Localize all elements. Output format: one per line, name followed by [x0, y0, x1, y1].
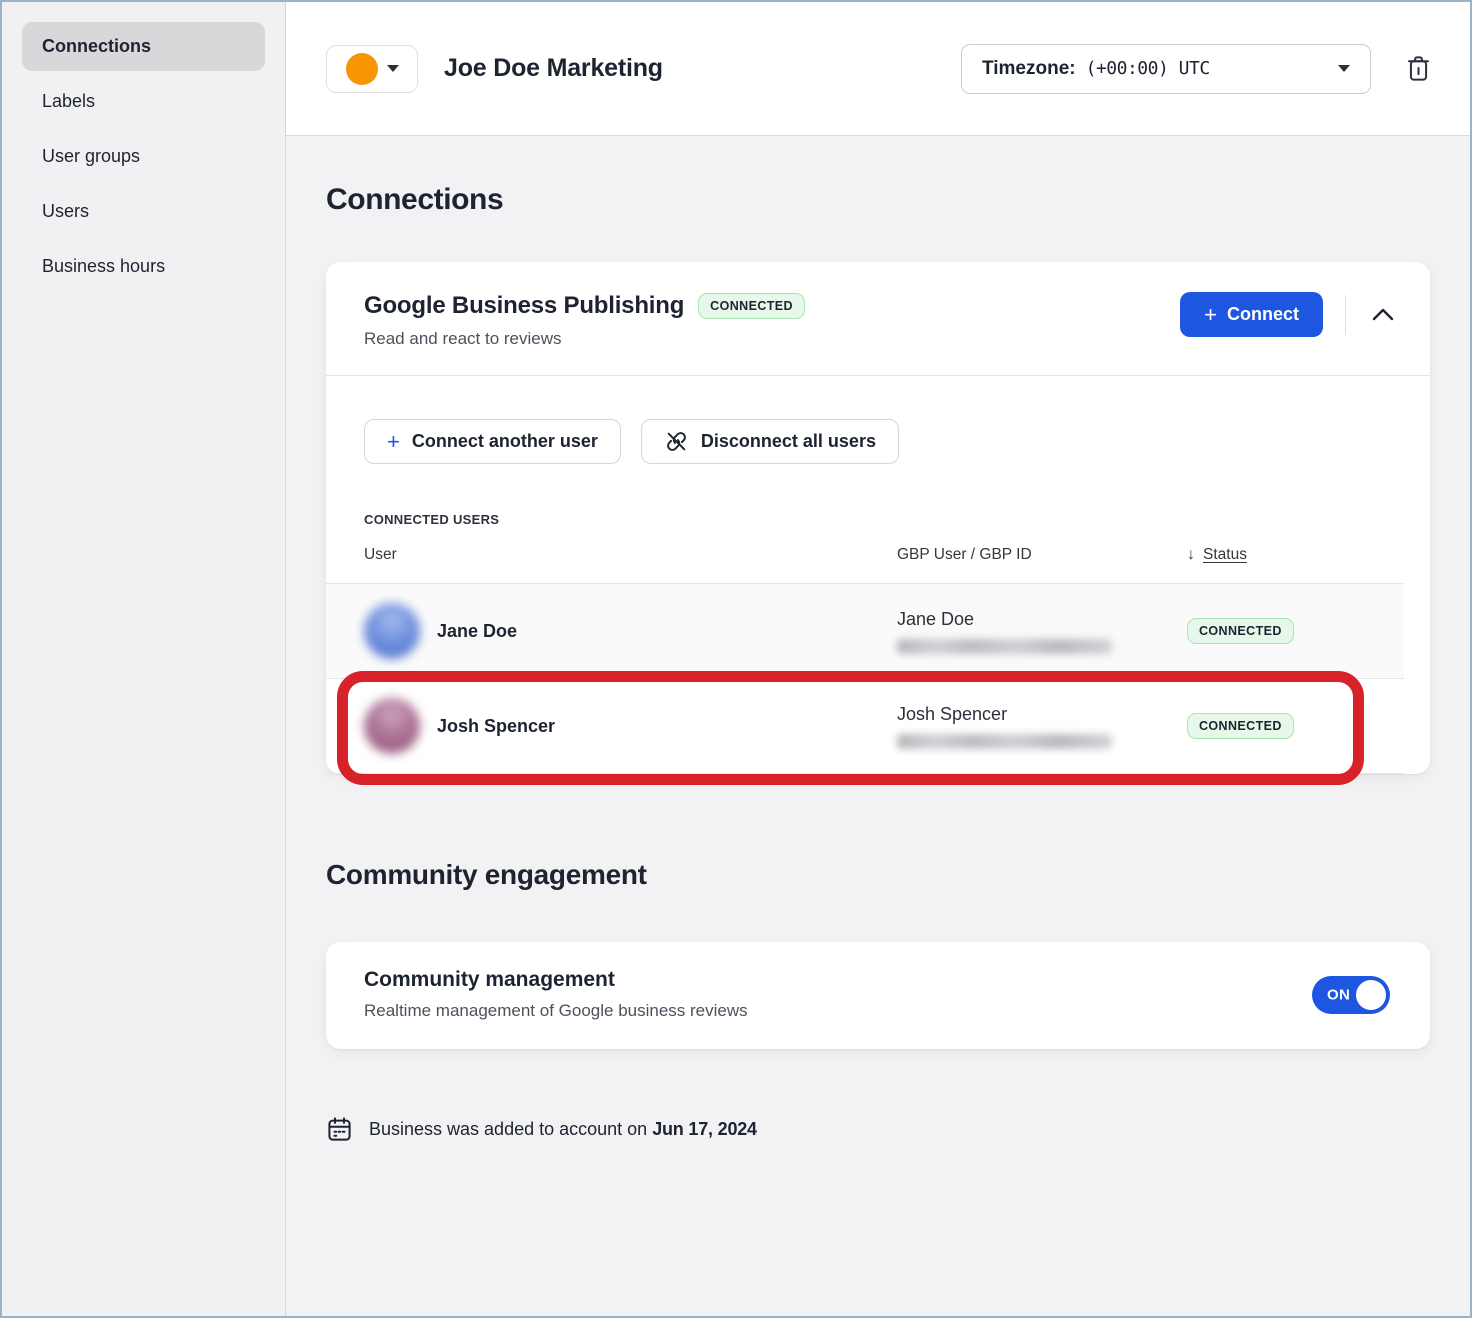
account-switcher-button[interactable]: [326, 45, 418, 93]
toggle-state-label: ON: [1327, 986, 1350, 1003]
connected-users-table: User GBP User / GBP ID ↓ Status: [326, 527, 1404, 774]
table-row-jane-doe: Jane Doe Jane Doe CONNECTED: [326, 584, 1404, 679]
sidebar-item-user-groups[interactable]: User groups: [22, 132, 265, 181]
avatar: [364, 698, 420, 754]
plus-icon: +: [1204, 304, 1217, 326]
content-area: Joe Doe Marketing Timezone: (+00:00) UTC: [286, 2, 1470, 1316]
note-text: Business was added to account on Jun 17,…: [369, 1119, 757, 1140]
app-window: Connections Labels User groups Users Bus…: [0, 0, 1472, 1318]
table-row-josh-spencer: Josh Spencer Josh Spencer CONNECTED: [326, 679, 1404, 774]
settings-sidebar: Connections Labels User groups Users Bus…: [2, 2, 286, 1316]
status-badge: CONNECTED: [1187, 713, 1294, 739]
integration-status-badge: CONNECTED: [698, 293, 805, 319]
gbp-id-redacted: [897, 639, 1112, 654]
integration-card-titles: Google Business Publishing CONNECTED Rea…: [364, 292, 805, 349]
sidebar-item-labels[interactable]: Labels: [22, 77, 265, 126]
connect-button[interactable]: + Connect: [1180, 292, 1323, 337]
sidebar-item-users[interactable]: Users: [22, 187, 265, 236]
toggle-knob: [1356, 980, 1386, 1010]
connect-another-user-button[interactable]: + Connect another user: [364, 419, 621, 464]
delete-business-button[interactable]: [1405, 54, 1432, 83]
table-rows: Jane Doe Jane Doe CONNECTED: [326, 584, 1404, 774]
community-management-toggle[interactable]: ON: [1312, 976, 1390, 1014]
sidebar-item-connections[interactable]: Connections: [22, 22, 265, 71]
column-header-user: User: [364, 546, 897, 564]
trash-icon: [1405, 54, 1432, 83]
user-name: Josh Spencer: [437, 716, 555, 737]
sort-descending-icon: ↓: [1187, 546, 1195, 564]
calendar-icon: [326, 1115, 353, 1143]
sidebar-item-business-hours[interactable]: Business hours: [22, 242, 265, 291]
connections-page: Connections Google Business Publishing C…: [286, 136, 1470, 1316]
avatar: [364, 603, 420, 659]
integration-title: Google Business Publishing: [364, 292, 684, 320]
community-card-titles: Community management Realtime management…: [364, 968, 748, 1021]
integration-card-body: + Connect another user Di: [326, 376, 1430, 774]
page-title: Connections: [326, 182, 1430, 218]
note-date: Jun 17, 2024: [652, 1119, 757, 1139]
community-engagement-heading: Community engagement: [326, 858, 1430, 892]
vertical-divider: [1345, 295, 1346, 335]
timezone-value: (+00:00) UTC: [1086, 58, 1210, 79]
integration-card-header: Google Business Publishing CONNECTED Rea…: [326, 262, 1430, 375]
timezone-label: Timezone:: [982, 58, 1076, 80]
community-card-subtitle: Realtime management of Google business r…: [364, 1001, 748, 1021]
timezone-select[interactable]: Timezone: (+00:00) UTC: [961, 44, 1371, 94]
link-off-icon: [664, 429, 689, 454]
user-name: Jane Doe: [437, 621, 517, 642]
business-title: Joe Doe Marketing: [444, 54, 663, 83]
disconnect-all-users-button[interactable]: Disconnect all users: [641, 419, 899, 464]
community-management-card: Community management Realtime management…: [326, 942, 1430, 1049]
collapse-card-button[interactable]: [1366, 302, 1400, 327]
gbp-id-redacted: [897, 734, 1112, 749]
gbp-user-name: Jane Doe: [897, 609, 1187, 630]
business-added-note: Business was added to account on Jun 17,…: [326, 1115, 1430, 1143]
chevron-down-icon: [387, 65, 399, 72]
column-header-gbp: GBP User / GBP ID: [897, 546, 1187, 564]
column-header-status-sort[interactable]: ↓ Status: [1187, 546, 1404, 564]
status-badge: CONNECTED: [1187, 618, 1294, 644]
business-header: Joe Doe Marketing Timezone: (+00:00) UTC: [286, 2, 1470, 136]
header-actions: Timezone: (+00:00) UTC: [961, 44, 1432, 94]
account-avatar: [346, 53, 378, 85]
chevron-up-icon: [1372, 308, 1394, 321]
table-header-row: User GBP User / GBP ID ↓ Status: [326, 527, 1404, 584]
connected-users-label: CONNECTED USERS: [364, 512, 1430, 527]
google-business-publishing-card: Google Business Publishing CONNECTED Rea…: [326, 262, 1430, 774]
gbp-user-name: Josh Spencer: [897, 704, 1187, 725]
community-card-title: Community management: [364, 968, 748, 992]
chevron-down-icon: [1338, 65, 1350, 72]
plus-icon: +: [387, 431, 400, 453]
integration-subtitle: Read and react to reviews: [364, 329, 805, 349]
